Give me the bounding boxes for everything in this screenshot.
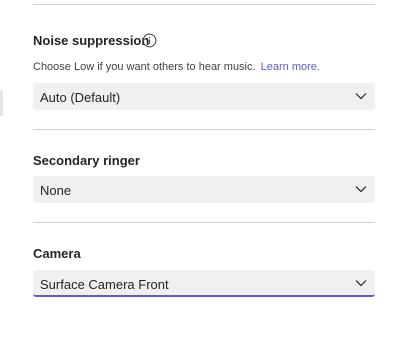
chevron-down-icon [355,186,367,193]
noise-suppression-dropdown[interactable]: Auto (Default) [33,83,375,110]
camera-value: Surface Camera Front [40,277,169,292]
section-divider [33,129,375,130]
learn-more-link[interactable]: Learn more. [261,61,320,73]
top-divider [33,4,375,5]
info-icon[interactable] [142,33,157,48]
secondary-ringer-value: None [40,183,72,198]
left-scroll-edge [0,90,3,116]
camera-dropdown[interactable]: Surface Camera Front [33,270,375,297]
secondary-ringer-dropdown[interactable]: None [33,176,375,203]
noise-suppression-hint: Choose Low if you want others to hear mu… [33,61,320,73]
camera-title: Camera [33,246,81,261]
chevron-down-icon [355,93,367,100]
noise-suppression-title: Noise suppression [33,33,150,48]
section-divider [33,222,375,223]
hint-text: Choose Low if you want others to hear mu… [33,61,256,73]
chevron-down-icon [355,280,367,287]
noise-suppression-value: Auto (Default) [40,90,121,105]
secondary-ringer-title: Secondary ringer [33,153,140,168]
